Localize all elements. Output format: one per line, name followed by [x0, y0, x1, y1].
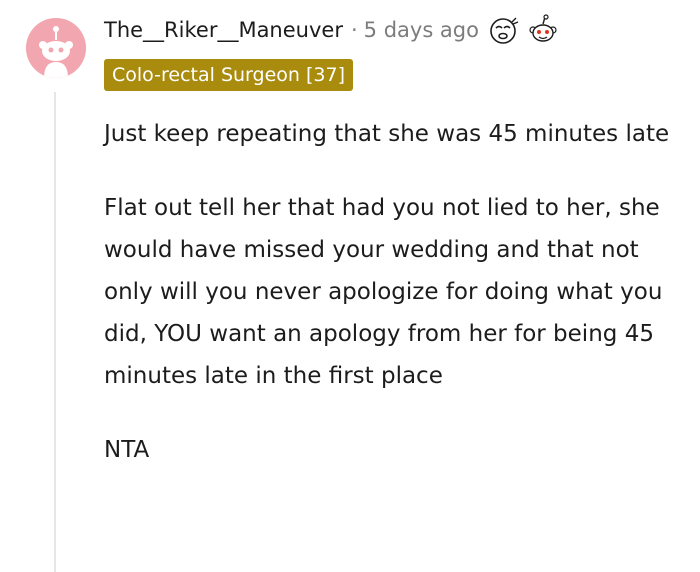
- user-avatar[interactable]: [26, 18, 86, 78]
- meta-separator: ·: [350, 18, 358, 42]
- comment-paragraph: Just keep repeating that she was 45 minu…: [104, 121, 670, 147]
- username-link[interactable]: The__Riker__Maneuver: [104, 18, 343, 42]
- timestamp-link[interactable]: 5 days ago: [364, 18, 479, 42]
- comment-paragraph: Flat out tell her that had you not lied …: [104, 195, 663, 389]
- wholesome-snoo-award-icon[interactable]: [527, 14, 559, 46]
- comment-body: Just keep repeating that she was 45 minu…: [104, 113, 694, 503]
- snoo-avatar-icon: [26, 18, 86, 78]
- tired-face-award-icon[interactable]: [487, 14, 519, 46]
- comment-header: The__Riker__Maneuver · 5 days ago: [104, 14, 559, 46]
- comment-paragraph: NTA: [104, 437, 150, 463]
- thread-collapse-line[interactable]: [54, 92, 56, 572]
- user-flair-badge: Colo-rectal Surgeon [37]: [104, 59, 353, 91]
